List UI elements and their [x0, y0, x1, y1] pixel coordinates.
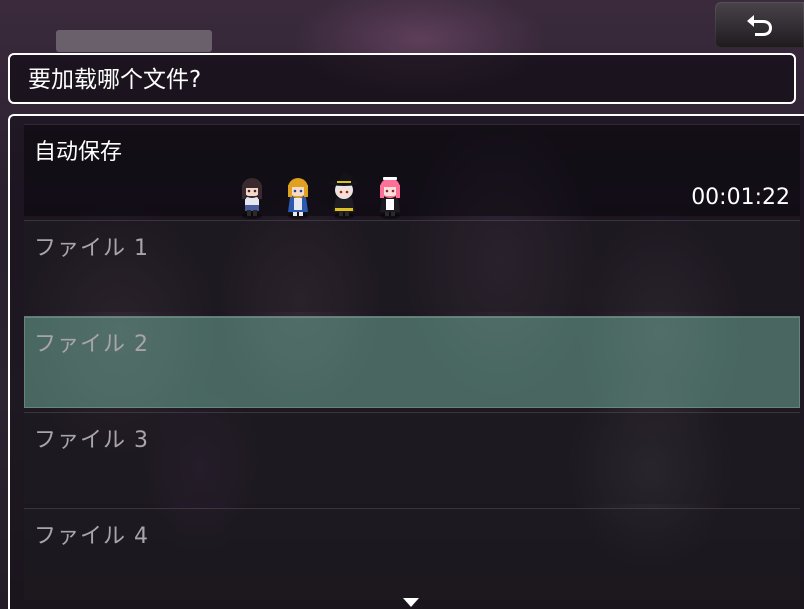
silver-hair-witch-hat-sprite — [329, 172, 359, 219]
save-slot-2[interactable]: ファイル 2 — [24, 316, 800, 408]
save-slot-label: ファイル 4 — [34, 524, 149, 549]
save-slot-1[interactable]: ファイル 1 — [24, 220, 800, 312]
save-slot-4[interactable]: ファイル 4 — [24, 508, 800, 600]
return-arrow-icon — [746, 15, 772, 36]
save-slot-label: ファイル 3 — [34, 428, 149, 453]
background-artwork-tag — [56, 30, 212, 52]
load-prompt: 要加载哪个文件? — [28, 67, 202, 93]
blonde-blue-dress-sprite — [288, 178, 308, 219]
autosave-title: 自动保存 — [34, 140, 123, 165]
save-file-list: 自动保存 00:01:22 ファイル 1 ファイル 2 ファイル 3 ファイル … — [8, 114, 804, 609]
pink-hair-maid-sprite — [380, 177, 400, 219]
save-slot-3[interactable]: ファイル 3 — [24, 412, 800, 504]
game-screen: 要加载哪个文件? 自动保存 00:01:22 ファイル 1 ファイル 2 ファイ… — [0, 0, 804, 609]
scroll-down-arrow-icon[interactable] — [403, 598, 419, 607]
save-slot-label: ファイル 2 — [34, 332, 149, 357]
help-window: 要加载哪个文件? — [8, 53, 796, 104]
autosave-slot[interactable]: 自动保存 00:01:22 — [24, 124, 800, 219]
dark-haired-schoolgirl-sprite — [242, 178, 262, 219]
save-slot-label: ファイル 1 — [34, 236, 149, 261]
back-button[interactable] — [715, 2, 804, 48]
autosave-playtime: 00:01:22 — [691, 185, 790, 210]
party-members — [236, 171, 406, 219]
